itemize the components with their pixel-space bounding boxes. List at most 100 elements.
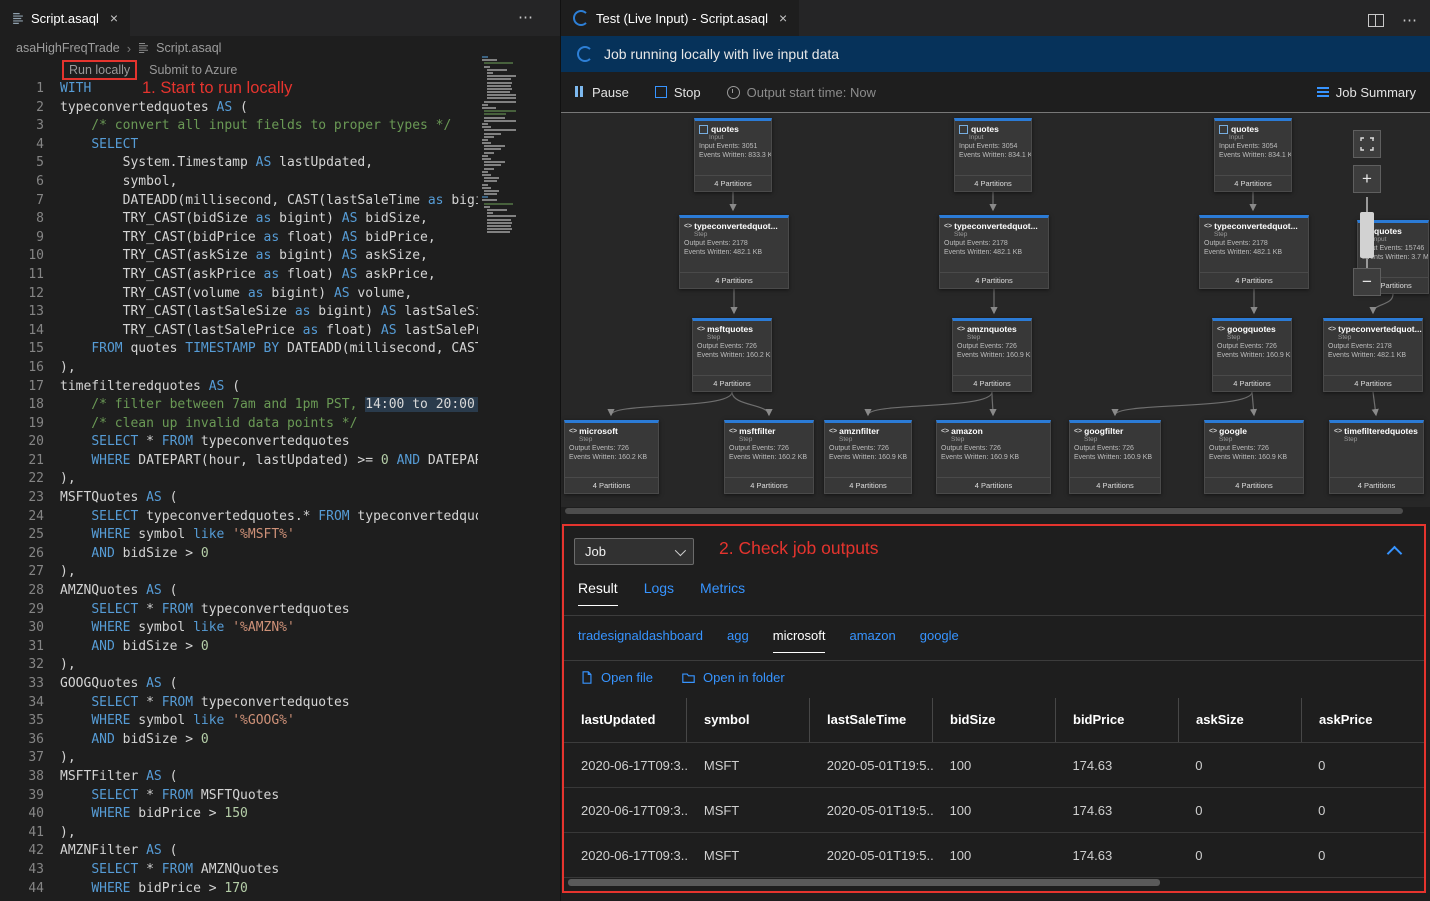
close-icon[interactable]: × bbox=[779, 10, 787, 26]
code-text: TRY_CAST(bidPrice as float) AS bidPrice, bbox=[60, 229, 436, 248]
more-actions-icon[interactable]: ⋯ bbox=[518, 8, 534, 26]
node-kind-label: Step bbox=[725, 436, 813, 444]
table-cell: 100 bbox=[933, 848, 1056, 863]
diagram-node-quotes[interactable]: quotesInputInput Events: 3054Events Writ… bbox=[954, 118, 1032, 192]
collapse-panel-chevron-icon[interactable] bbox=[1387, 546, 1403, 562]
zoom-slider-handle[interactable] bbox=[1360, 212, 1374, 258]
code-line: 36 AND bidSize > 0 bbox=[0, 731, 478, 750]
code-line: 8 TRY_CAST(bidSize as bigint) AS bidSize… bbox=[0, 210, 478, 229]
node-kind-label: Step bbox=[825, 436, 911, 444]
line-number: 35 bbox=[0, 712, 60, 731]
output-scope-dropdown[interactable]: Job bbox=[574, 538, 694, 565]
subtab-tradesignaldashboard[interactable]: tradesignaldashboard bbox=[578, 628, 703, 653]
zoom-in-button[interactable]: + bbox=[1353, 165, 1381, 193]
diagram-node-quotes[interactable]: quotesInputInput Events: 3054Events Writ… bbox=[1214, 118, 1292, 192]
open-file-button[interactable]: Open file bbox=[580, 670, 653, 685]
diagram-node-amznfilter[interactable]: < >amznfilterStepOutput Events: 726Event… bbox=[824, 420, 912, 494]
line-number: 41 bbox=[0, 824, 60, 843]
minimap-line bbox=[482, 187, 491, 189]
code-line: 21 WHERE DATEPART(hour, lastUpdated) >= … bbox=[0, 452, 478, 471]
job-summary-button[interactable]: Job Summary bbox=[1317, 85, 1416, 100]
minimap[interactable] bbox=[482, 56, 554, 235]
minimap-line bbox=[482, 104, 488, 106]
split-editor-icon[interactable] bbox=[1368, 14, 1384, 27]
diagram-node-quotes[interactable]: quotesInputInput Events: 3051Events Writ… bbox=[694, 118, 772, 192]
subtab-amazon[interactable]: amazon bbox=[849, 628, 895, 653]
table-cell: 0 bbox=[1178, 848, 1301, 863]
file-icon bbox=[580, 670, 594, 685]
minimap-line bbox=[487, 69, 507, 71]
code-text: WHERE symbol like '%MSFT%' bbox=[60, 526, 295, 545]
code-editor[interactable]: 1WITH2typeconvertedquotes AS (3 /* conve… bbox=[0, 80, 478, 901]
node-stat: Output Events: 2178 bbox=[680, 239, 788, 248]
run-locally-button[interactable]: Run locally bbox=[69, 63, 130, 77]
code-text: TRY_CAST(bidSize as bigint) AS bidSize, bbox=[60, 210, 428, 229]
diagram-node-timefilteredquotes[interactable]: < >timefilteredquotesStep4 Partitions bbox=[1329, 420, 1424, 494]
code-text: ), bbox=[60, 470, 76, 489]
code-line: 11 TRY_CAST(askPrice as float) AS askPri… bbox=[0, 266, 478, 285]
subtab-microsoft[interactable]: microsoft bbox=[773, 628, 826, 653]
breadcrumb-file[interactable]: Script.asaql bbox=[156, 41, 221, 55]
table-row[interactable]: 2020-06-17T09:3...MSFT2020-05-01T19:5...… bbox=[564, 743, 1424, 788]
tab-result[interactable]: Result bbox=[578, 580, 618, 606]
table-row[interactable]: 2020-06-17T09:3...MSFT2020-05-01T19:5...… bbox=[564, 788, 1424, 833]
code-line: 16), bbox=[0, 359, 478, 378]
diagram-node-msftfilter[interactable]: < >msftfilterStepOutput Events: 726Event… bbox=[724, 420, 814, 494]
code-text: AND bidSize > 0 bbox=[60, 638, 209, 657]
line-number: 37 bbox=[0, 749, 60, 768]
line-number: 12 bbox=[0, 285, 60, 304]
node-stat: Events Written: 160.9 KB bbox=[1205, 453, 1303, 462]
diagram-node-typeconvertedquot[interactable]: < >typeconvertedquot...StepOutput Events… bbox=[679, 215, 789, 289]
code-line: 41), bbox=[0, 824, 478, 843]
diagram-node-microsoft[interactable]: < >microsoftStepOutput Events: 726Events… bbox=[564, 420, 659, 494]
tab-test-live-input[interactable]: Test (Live Input) - Script.asaql × bbox=[561, 0, 799, 36]
diagram-node-msftquotes[interactable]: < >msftquotesStepOutput Events: 726Event… bbox=[692, 318, 772, 392]
node-kind-label: Step bbox=[693, 334, 771, 342]
tab-logs[interactable]: Logs bbox=[644, 580, 674, 606]
diagram-node-googfilter[interactable]: < >googfilterStepOutput Events: 726Event… bbox=[1069, 420, 1161, 494]
submit-to-azure-button[interactable]: Submit to Azure bbox=[149, 63, 237, 77]
node-stat: Output Events: 726 bbox=[1205, 444, 1303, 453]
tab-metrics[interactable]: Metrics bbox=[700, 580, 745, 606]
code-text: AND bidSize > 0 bbox=[60, 545, 209, 564]
results-horizontal-scrollbar[interactable] bbox=[568, 879, 1160, 886]
diagram-horizontal-scrollbar[interactable] bbox=[565, 508, 1403, 514]
line-number: 43 bbox=[0, 861, 60, 880]
code-line: 29 SELECT * FROM typeconvertedquotes bbox=[0, 601, 478, 620]
diagram-node-typeconvertedquot[interactable]: < >typeconvertedquot...StepOutput Events… bbox=[1199, 215, 1309, 289]
table-cell: 174.63 bbox=[1055, 758, 1178, 773]
zoom-out-button[interactable]: − bbox=[1353, 268, 1381, 296]
diagram-node-amznquotes[interactable]: < >amznquotesStepOutput Events: 726Event… bbox=[952, 318, 1032, 392]
node-kind-label: Step bbox=[1200, 231, 1308, 239]
diagram-node-googquotes[interactable]: < >googquotesStepOutput Events: 726Event… bbox=[1212, 318, 1292, 392]
stop-button[interactable]: Stop bbox=[655, 85, 701, 100]
subtab-agg[interactable]: agg bbox=[727, 628, 749, 653]
minimap-line bbox=[487, 209, 507, 211]
line-number: 18 bbox=[0, 396, 60, 415]
test-pane: Test (Live Input) - Script.asaql × ⋯ Job… bbox=[561, 0, 1430, 901]
breadcrumb-folder[interactable]: asaHighFreqTrade bbox=[16, 41, 120, 55]
line-number: 7 bbox=[0, 192, 60, 211]
diagram-node-typeconvertedquot[interactable]: < >typeconvertedquot...StepOutput Events… bbox=[939, 215, 1049, 289]
zoom-fit-button[interactable] bbox=[1353, 130, 1381, 158]
tab-script-asaql[interactable]: Script.asaql × bbox=[0, 0, 130, 36]
diagram-node-typeconvertedquot[interactable]: < >typeconvertedquot...StepOutput Events… bbox=[1323, 318, 1423, 392]
minimap-line bbox=[484, 168, 493, 170]
diagram-node-amazon[interactable]: < >amazonStepOutput Events: 726Events Wr… bbox=[936, 420, 1051, 494]
minimap-line bbox=[482, 155, 488, 157]
pause-button[interactable]: Pause bbox=[575, 85, 629, 100]
line-number: 33 bbox=[0, 675, 60, 694]
breadcrumb[interactable]: asaHighFreqTrade › Script.asaql bbox=[0, 36, 560, 60]
minimap-line bbox=[484, 117, 504, 119]
code-text: TRY_CAST(lastSalePrice as float) AS last… bbox=[60, 322, 478, 341]
open-in-folder-button[interactable]: Open in folder bbox=[681, 670, 785, 685]
close-icon[interactable]: × bbox=[110, 10, 118, 26]
subtab-google[interactable]: google bbox=[920, 628, 959, 653]
table-row[interactable]: 2020-06-17T09:3...MSFT2020-05-01T19:5...… bbox=[564, 833, 1424, 878]
line-number: 14 bbox=[0, 322, 60, 341]
code-line: 20 SELECT * FROM typeconvertedquotes bbox=[0, 433, 478, 452]
node-kind-label: Step bbox=[565, 436, 658, 444]
diagram-node-google[interactable]: < >googleStepOutput Events: 726Events Wr… bbox=[1204, 420, 1304, 494]
more-actions-icon[interactable]: ⋯ bbox=[1402, 11, 1418, 29]
node-title: < >microsoft bbox=[565, 423, 658, 436]
